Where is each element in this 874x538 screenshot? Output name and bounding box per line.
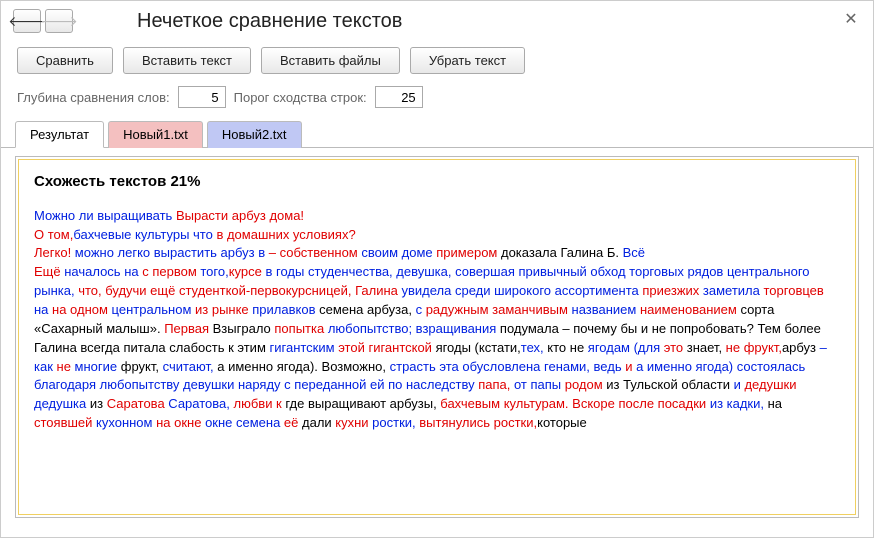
compare-button[interactable]: Сравнить bbox=[17, 47, 113, 74]
threshold-input[interactable] bbox=[375, 86, 423, 108]
similarity-heading: Схожесть текстов 21% bbox=[34, 171, 840, 193]
remove-text-button[interactable]: Убрать текст bbox=[410, 47, 525, 74]
tab-file2[interactable]: Новый2.txt bbox=[207, 121, 302, 148]
close-button[interactable]: ✕ bbox=[841, 9, 861, 29]
diff-text: Можно ли выращивать Вырасти арбуз дома!О… bbox=[34, 207, 840, 433]
window-title: Нечеткое сравнение текстов bbox=[137, 10, 402, 33]
threshold-label: Порог сходства строк: bbox=[234, 90, 367, 105]
depth-label: Глубина сравнения слов: bbox=[17, 90, 170, 105]
tab-file1[interactable]: Новый1.txt bbox=[108, 121, 203, 148]
forward-button[interactable]: 🡒 bbox=[45, 9, 73, 33]
tab-result[interactable]: Результат bbox=[15, 121, 104, 148]
depth-input[interactable] bbox=[178, 86, 226, 108]
insert-text-button[interactable]: Вставить текст bbox=[123, 47, 251, 74]
result-content: Схожесть текстов 21% Можно ли выращивать… bbox=[20, 161, 854, 513]
insert-files-button[interactable]: Вставить файлы bbox=[261, 47, 400, 74]
back-button[interactable]: 🡐 bbox=[13, 9, 41, 33]
